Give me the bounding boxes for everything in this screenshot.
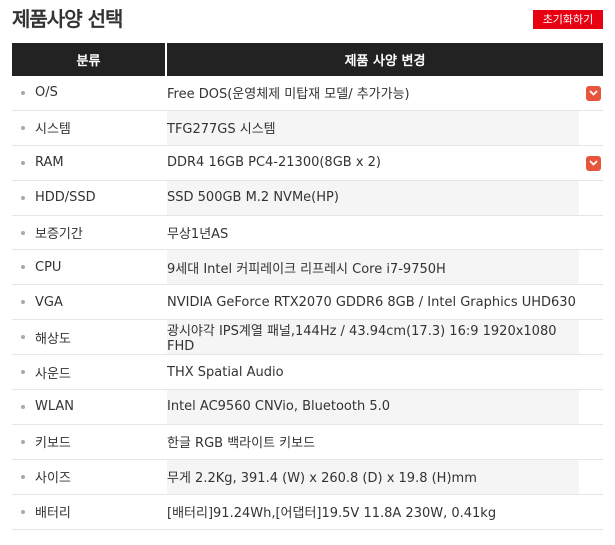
row-label: HDD/SSD bbox=[12, 181, 167, 215]
row-label-text: 보증기간 bbox=[35, 227, 83, 242]
row-label-text: RAM bbox=[35, 155, 64, 171]
bullet-icon bbox=[21, 335, 25, 340]
bullet-icon bbox=[21, 265, 25, 270]
table-row: CPU 9세대 Intel 커피레이크 리프레시 Core i7-9750H bbox=[12, 250, 603, 286]
spec-value: TFG277GS 시스템 bbox=[167, 110, 579, 145]
row-label: VGA bbox=[12, 285, 167, 319]
row-label: O/S bbox=[12, 76, 167, 110]
table-row: VGA NVIDIA GeForce RTX2070 GDDR6 8GB / In… bbox=[12, 285, 603, 321]
spec-value: NVIDIA GeForce RTX2070 GDDR6 8GB / Intel… bbox=[167, 285, 579, 319]
table-row: 보증기간 무상1년AS bbox=[12, 216, 603, 251]
table-row: 사이즈 무게 2.2Kg, 391.4 (W) x 260.8 (D) x 19.… bbox=[12, 459, 603, 495]
table-row: 배터리 [배터리]91.24Wh,[어댑터]19.5V 11.8A 230W, 0… bbox=[12, 495, 603, 530]
spec-select[interactable]: Free DOS(운영체제 미탑재 모델/ 추가가능) bbox=[167, 76, 601, 110]
spec-value-text: [배터리]91.24Wh,[어댑터]19.5V 11.8A 230W, 0.41… bbox=[167, 506, 497, 522]
spec-value-text: Free DOS(운영체제 미탑재 모델/ 추가가능) bbox=[167, 87, 410, 103]
spec-value: 9세대 Intel 커피레이크 리프레시 Core i7-9750H bbox=[167, 250, 579, 285]
table-row: WLAN Intel AC9560 CNVio, Bluetooth 5.0 bbox=[12, 390, 603, 425]
bullet-icon bbox=[21, 160, 25, 165]
bullet-icon bbox=[21, 474, 25, 479]
spec-value: 한글 RGB 백라이트 키보드 bbox=[167, 425, 579, 459]
spec-value: [배터리]91.24Wh,[어댑터]19.5V 11.8A 230W, 0.41… bbox=[167, 495, 579, 529]
bullet-icon bbox=[21, 370, 25, 375]
spec-value-text: 무게 2.2Kg, 391.4 (W) x 260.8 (D) x 19.8 (… bbox=[167, 471, 477, 487]
spec-select[interactable]: DDR4 16GB PC4-21300(8GB x 2) bbox=[167, 146, 601, 180]
chevron-down-icon[interactable] bbox=[586, 155, 601, 171]
spec-value-text: 9세대 Intel 커피레이크 리프레시 Core i7-9750H bbox=[167, 261, 446, 277]
table-row: 시스템 TFG277GS 시스템 bbox=[12, 110, 603, 146]
spec-value: 무상1년AS bbox=[167, 216, 579, 250]
table-row: 사운드 THX Spatial Audio bbox=[12, 355, 603, 391]
spec-value-text: 한글 RGB 백라이트 키보드 bbox=[167, 436, 316, 452]
row-label: 사이즈 bbox=[12, 460, 167, 494]
table-body: O/S Free DOS(운영체제 미탑재 모델/ 추가가능) 시스템 TFG277G… bbox=[12, 76, 603, 530]
row-label-text: HDD/SSD bbox=[35, 190, 96, 206]
row-label: 사운드 bbox=[12, 355, 167, 389]
spec-table: 분류 제품 사양 변경 O/S Free DOS(운영체제 미탑재 모델/ 추가가… bbox=[12, 43, 603, 530]
bullet-icon bbox=[21, 439, 25, 444]
row-label-text: CPU bbox=[35, 259, 62, 275]
spec-value-text: 광시야각 IPS계열 패널,144Hz / 43.94cm(17.3) 16:9… bbox=[167, 324, 557, 355]
bullet-icon bbox=[21, 90, 25, 95]
row-label: 보증기간 bbox=[12, 216, 167, 250]
table-header: 분류 제품 사양 변경 bbox=[12, 43, 603, 76]
table-row: 키보드 한글 RGB 백라이트 키보드 bbox=[12, 425, 603, 460]
spec-value: Intel AC9560 CNVio, Bluetooth 5.0 bbox=[167, 390, 579, 424]
table-row: 해상도 광시야각 IPS계열 패널,144Hz / 43.94cm(17.3) 1… bbox=[12, 320, 603, 356]
table-row: HDD/SSD SSD 500GB M.2 NVMe(HP) bbox=[12, 180, 603, 216]
table-row[interactable]: RAM DDR4 16GB PC4-21300(8GB x 2) bbox=[12, 146, 603, 181]
table-row[interactable]: O/S Free DOS(운영체제 미탑재 모델/ 추가가능) bbox=[12, 76, 603, 111]
row-label: RAM bbox=[12, 146, 167, 180]
row-label: WLAN bbox=[12, 390, 167, 424]
row-label-text: VGA bbox=[35, 294, 63, 310]
bullet-icon bbox=[21, 125, 25, 130]
row-label-text: 사이즈 bbox=[35, 471, 71, 487]
spec-value-text: NVIDIA GeForce RTX2070 GDDR6 8GB / Intel… bbox=[167, 294, 576, 310]
page-title: 제품사양 선택 bbox=[12, 7, 123, 31]
spec-value-text: TFG277GS 시스템 bbox=[167, 122, 276, 138]
spec-value-text: SSD 500GB M.2 NVMe(HP) bbox=[167, 190, 339, 206]
bullet-icon bbox=[21, 300, 25, 305]
row-label-text: 키보드 bbox=[35, 436, 71, 452]
row-label-text: 시스템 bbox=[35, 122, 71, 138]
row-label-text: 사운드 bbox=[35, 366, 71, 382]
bullet-icon bbox=[21, 230, 25, 235]
row-label: 해상도 bbox=[12, 320, 167, 354]
spec-value: 무게 2.2Kg, 391.4 (W) x 260.8 (D) x 19.8 (… bbox=[167, 459, 579, 494]
row-label-text: O/S bbox=[35, 85, 58, 101]
row-label: 배터리 bbox=[12, 495, 167, 529]
row-label-text: WLAN bbox=[35, 399, 75, 415]
bullet-icon bbox=[21, 509, 25, 514]
bullet-icon bbox=[21, 404, 25, 409]
spec-value-text: DDR4 16GB PC4-21300(8GB x 2) bbox=[167, 155, 381, 171]
row-label: 시스템 bbox=[12, 111, 167, 145]
column-header-category: 분류 bbox=[12, 43, 167, 76]
reset-button[interactable]: 초기화하기 bbox=[533, 10, 603, 29]
row-label: CPU bbox=[12, 250, 167, 284]
spec-value-text: 무상1년AS bbox=[167, 227, 229, 242]
spec-value: SSD 500GB M.2 NVMe(HP) bbox=[167, 180, 579, 215]
column-header-spec: 제품 사양 변경 bbox=[344, 54, 426, 69]
spec-value: 광시야각 IPS계열 패널,144Hz / 43.94cm(17.3) 16:9… bbox=[167, 320, 579, 354]
row-label-text: 배터리 bbox=[35, 506, 71, 522]
row-label-text: 해상도 bbox=[35, 331, 71, 347]
chevron-down-icon[interactable] bbox=[586, 85, 601, 101]
bullet-icon bbox=[21, 195, 25, 200]
row-label: 키보드 bbox=[12, 425, 167, 459]
spec-value: THX Spatial Audio bbox=[167, 355, 579, 389]
spec-value-text: THX Spatial Audio bbox=[167, 364, 284, 380]
spec-value-text: Intel AC9560 CNVio, Bluetooth 5.0 bbox=[167, 399, 391, 415]
